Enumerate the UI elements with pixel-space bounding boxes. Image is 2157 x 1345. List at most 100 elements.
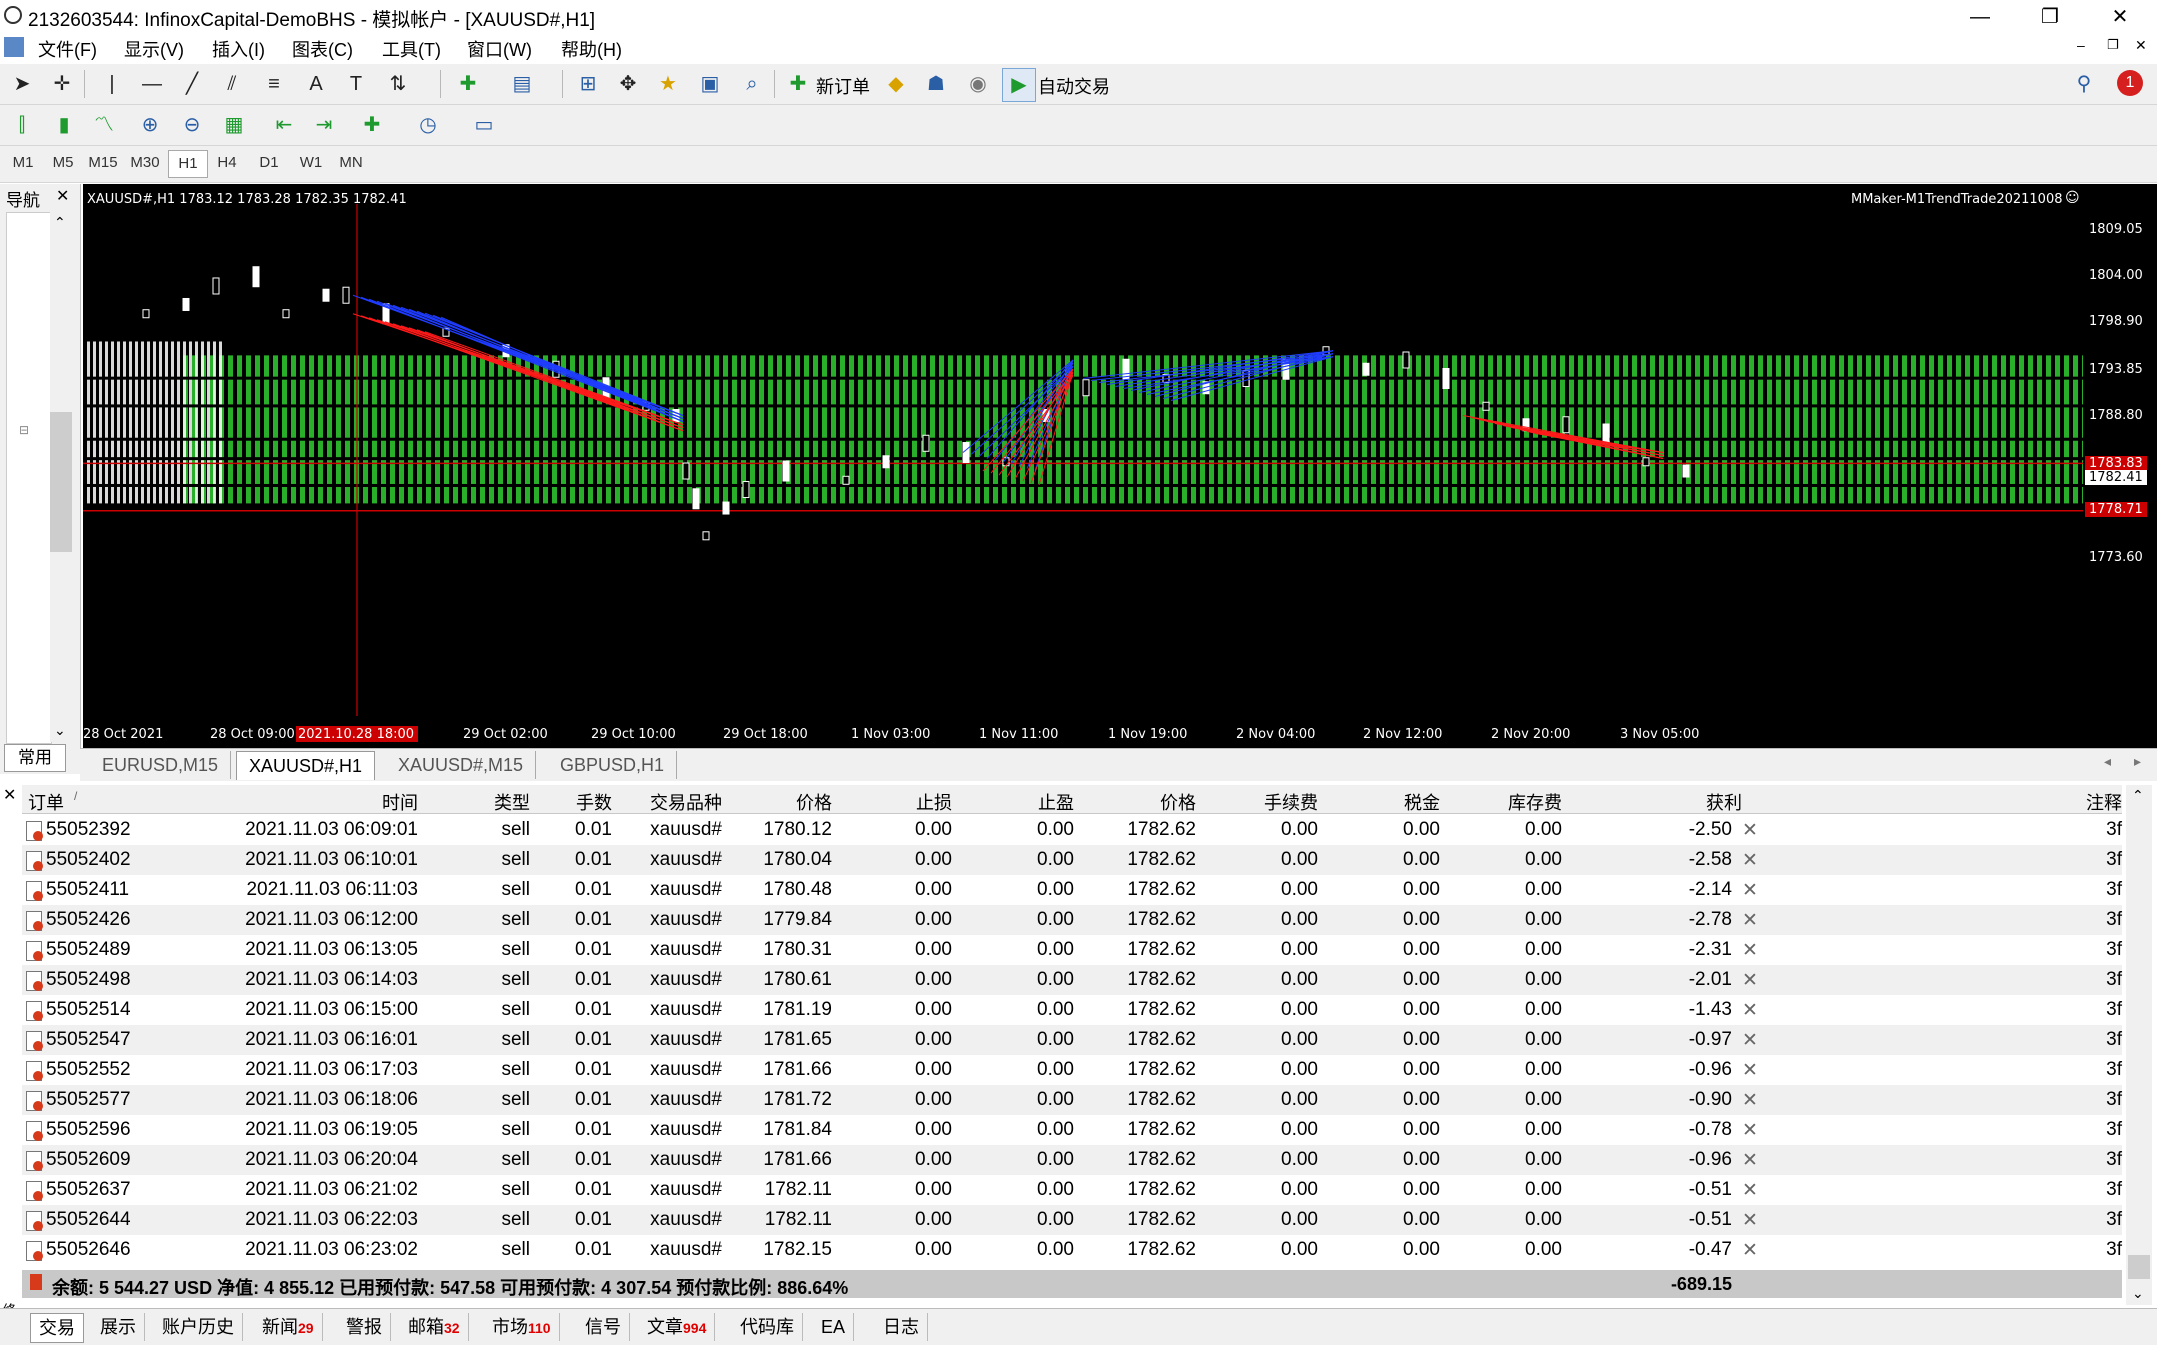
terminal-icon[interactable]: ▣ <box>694 68 726 100</box>
channel-icon[interactable]: ⫽ <box>216 68 248 100</box>
col-tax[interactable]: 税金 <box>1340 789 1440 815</box>
terminal-scroll-down-icon[interactable]: ⌄ <box>2132 1285 2144 1302</box>
text-label-icon[interactable]: T <box>340 68 372 100</box>
table-row[interactable]: 55052498 2021.11.03 06:14:03 sell 0.01 xauus… <box>22 965 2122 995</box>
table-row[interactable]: 55052426 2021.11.03 06:12:00 sell 0.01 xauus… <box>22 905 2122 935</box>
tf-m15[interactable]: M15 <box>84 150 122 176</box>
menu-tools[interactable]: 工具(T) <box>382 36 441 62</box>
price-chart[interactable]: 28 Oct 2021 28 Oct 09:00 2021.10.28 18:00 2… <box>83 184 2083 748</box>
close-order-icon[interactable]: ✕ <box>1742 1209 1758 1232</box>
menu-file[interactable]: 文件(F) <box>38 36 97 62</box>
table-row[interactable]: 55052609 2021.11.03 06:20:04 sell 0.01 xauus… <box>22 1145 2122 1175</box>
zoom-in-icon[interactable]: ⊕ <box>134 109 166 141</box>
navigator-icon[interactable]: ★ <box>652 68 684 100</box>
terminal-scroll-thumb[interactable] <box>2128 1255 2150 1279</box>
data-window-icon[interactable]: ✥ <box>612 68 644 100</box>
menu-insert[interactable]: 插入(I) <box>212 36 265 62</box>
table-row[interactable]: 55052489 2021.11.03 06:13:05 sell 0.01 xauus… <box>22 935 2122 965</box>
close-order-icon[interactable]: ✕ <box>1742 1089 1758 1112</box>
terminal-tab[interactable]: 代码库 <box>732 1313 803 1341</box>
indicators-icon[interactable]: ✚ <box>356 109 388 141</box>
scroll-up-icon[interactable]: ⌃ <box>54 214 66 231</box>
bar-chart-icon[interactable]: ⫿ <box>6 109 38 141</box>
tree-node-icon[interactable]: ⊟ <box>19 423 29 437</box>
close-order-icon[interactable]: ✕ <box>1742 879 1758 902</box>
close-order-icon[interactable]: ✕ <box>1742 1059 1758 1082</box>
terminal-scroll-up-icon[interactable]: ⌃ <box>2132 787 2144 804</box>
fibonacci-icon[interactable]: ≡ <box>258 68 290 100</box>
trendline-icon[interactable]: ╱ <box>176 68 208 100</box>
horizontal-line-icon[interactable]: — <box>136 68 168 100</box>
navigator-tree[interactable]: ⊟ <box>6 212 52 744</box>
table-row[interactable]: 55052514 2021.11.03 06:15:00 sell 0.01 xauus… <box>22 995 2122 1025</box>
terminal-tab[interactable]: 邮箱32 <box>400 1313 469 1341</box>
table-row[interactable]: 55052392 2021.11.03 06:09:01 sell 0.01 xauus… <box>22 815 2122 845</box>
tf-m30[interactable]: M30 <box>126 150 164 176</box>
col-profit[interactable]: 获利 <box>1642 789 1742 815</box>
col-type[interactable]: 类型 <box>450 789 530 815</box>
col-comment[interactable]: 注释 <box>2022 789 2122 815</box>
col-order[interactable]: 订单 <box>28 789 64 815</box>
tile-windows-icon[interactable]: ▦ <box>218 109 250 141</box>
terminal-tab[interactable]: 账户历史 <box>154 1313 243 1341</box>
col-swap[interactable]: 库存费 <box>1462 789 1562 815</box>
new-order-button[interactable]: 新订单 <box>816 73 870 99</box>
scroll-down-icon[interactable]: ⌄ <box>54 722 66 739</box>
menu-help[interactable]: 帮助(H) <box>561 36 622 62</box>
notification-badge[interactable]: 1 <box>2117 70 2143 96</box>
terminal-tab[interactable]: 市场110 <box>484 1313 560 1341</box>
minimize-button[interactable]: — <box>1950 2 2010 32</box>
table-row[interactable]: 55052646 2021.11.03 06:23:02 sell 0.01 xauus… <box>22 1235 2122 1265</box>
chart-tab-gbpusd-h1[interactable]: GBPUSD,H1 <box>548 751 678 779</box>
table-row[interactable]: 55052596 2021.11.03 06:19:05 sell 0.01 xauus… <box>22 1115 2122 1145</box>
auto-trading-icon[interactable]: ▶ <box>1002 68 1036 102</box>
profiles-icon[interactable]: ▤ <box>506 68 538 100</box>
search-icon[interactable]: ⚲ <box>2068 68 2100 100</box>
signals-icon[interactable]: ☗ <box>920 68 952 100</box>
periodicity-icon[interactable]: ◷ <box>412 109 444 141</box>
tf-h1[interactable]: H1 <box>168 150 208 178</box>
chart-tab-xauusd-m15[interactable]: XAUUSD#,M15 <box>386 751 537 779</box>
close-order-icon[interactable]: ✕ <box>1742 1239 1758 1262</box>
auto-trading-button[interactable]: 自动交易 <box>1038 73 1110 99</box>
terminal-tab[interactable]: 文章994 <box>639 1313 716 1341</box>
col-open-price[interactable]: 价格 <box>732 789 832 815</box>
close-order-icon[interactable]: ✕ <box>1742 1149 1758 1172</box>
new-chart-icon[interactable]: ✚ <box>452 68 484 100</box>
smiley-icon[interactable]: ☺ <box>2065 190 2080 206</box>
tf-m1[interactable]: M1 <box>4 150 42 176</box>
close-order-icon[interactable]: ✕ <box>1742 969 1758 992</box>
col-commission[interactable]: 手续费 <box>1218 789 1318 815</box>
col-price[interactable]: 价格 <box>1096 789 1196 815</box>
candlestick-icon[interactable]: ▮ <box>48 109 80 141</box>
col-take-profit[interactable]: 止盈 <box>974 789 1074 815</box>
table-row[interactable]: 55052552 2021.11.03 06:17:03 sell 0.01 xauus… <box>22 1055 2122 1085</box>
menu-window[interactable]: 窗口(W) <box>467 36 532 62</box>
close-order-icon[interactable]: ✕ <box>1742 1029 1758 1052</box>
close-order-icon[interactable]: ✕ <box>1742 1179 1758 1202</box>
vertical-line-icon[interactable]: | <box>96 68 128 100</box>
navigator-scrollbar[interactable]: ⌃ ⌄ <box>50 212 72 742</box>
table-row[interactable]: 55052577 2021.11.03 06:18:06 sell 0.01 xauus… <box>22 1085 2122 1115</box>
strategy-tester-icon[interactable]: ⌕ <box>736 68 768 100</box>
line-chart-icon[interactable]: 〽 <box>88 109 120 141</box>
table-row[interactable]: 55052402 2021.11.03 06:10:01 sell 0.01 xauus… <box>22 845 2122 875</box>
templates-icon[interactable]: ▭ <box>468 109 500 141</box>
menu-view[interactable]: 显示(V) <box>124 36 184 62</box>
menu-charts[interactable]: 图表(C) <box>292 36 353 62</box>
mdi-restore-icon[interactable]: ❐ <box>2107 37 2119 53</box>
mdi-close-icon[interactable]: ✕ <box>2135 37 2147 54</box>
col-time[interactable]: 时间 <box>322 789 418 815</box>
terminal-tab[interactable]: 日志 <box>875 1313 928 1341</box>
market-watch-icon[interactable]: ⊞ <box>572 68 604 100</box>
table-row[interactable]: 55052547 2021.11.03 06:16:01 sell 0.01 xauus… <box>22 1025 2122 1055</box>
text-icon[interactable]: A <box>300 68 332 100</box>
autoscroll-icon[interactable]: ⇥ <box>308 109 340 141</box>
close-order-icon[interactable]: ✕ <box>1742 819 1758 842</box>
tf-d1[interactable]: D1 <box>250 150 288 176</box>
metaeditor-icon[interactable]: ◆ <box>880 68 912 100</box>
zoom-out-icon[interactable]: ⊖ <box>176 109 208 141</box>
tab-scroll-left-icon[interactable]: ◂ <box>2104 753 2111 770</box>
close-order-icon[interactable]: ✕ <box>1742 1119 1758 1142</box>
crosshair-icon[interactable]: ✛ <box>46 68 78 100</box>
